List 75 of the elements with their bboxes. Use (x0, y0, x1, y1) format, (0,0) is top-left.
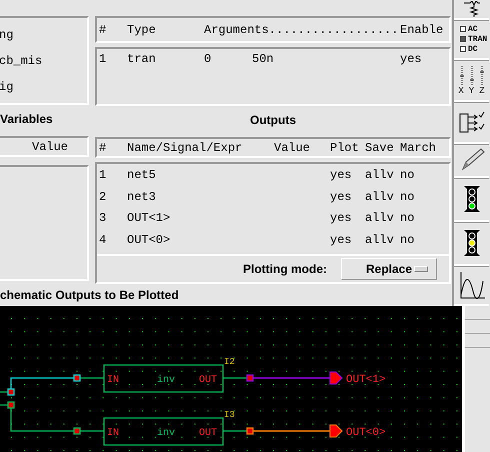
analysis-radio[interactable]: TRAN (460, 34, 488, 44)
column-header: Enable (400, 22, 444, 36)
column-header: Plot (330, 140, 360, 154)
column-header: Arguments.................. (204, 22, 400, 36)
table-cell-text: yes (330, 168, 353, 184)
table-cell-text: 4 (99, 232, 108, 248)
analysis-radio[interactable]: AC (460, 24, 478, 34)
column-header: Type (127, 22, 157, 36)
table-cell-text: allv (365, 168, 395, 184)
table-cell-text: 1 (99, 52, 108, 68)
table-cell-text: 50n (252, 52, 275, 68)
table-cell-text: 1 (99, 168, 108, 184)
section-title: Outputs (250, 113, 296, 127)
output-port-arrow[interactable] (330, 424, 343, 438)
table-cell-text: 0 (204, 52, 212, 68)
column-header: March (400, 140, 438, 154)
column-header: # (99, 140, 108, 154)
table-cell-text: allv (365, 211, 395, 227)
column-header: # (99, 22, 108, 36)
table-cell-text: OUT<1> (127, 211, 172, 227)
analysis-radio[interactable]: DC (460, 44, 478, 54)
pin-label: IN (107, 375, 120, 386)
cell-name: inv (157, 375, 176, 386)
net-label: OUT<0> (346, 427, 386, 439)
pin-marker[interactable] (73, 427, 81, 435)
instance-name: I3 (224, 410, 235, 420)
axis-label: X (458, 86, 464, 96)
table-cell-text: allv (365, 190, 395, 206)
waveform-icon[interactable] (458, 270, 486, 300)
instance-name: I2 (224, 357, 235, 367)
table-cell-text: 3 (99, 211, 108, 227)
axis-label: Z (479, 86, 485, 96)
column-header: Name/Signal/Expr (127, 140, 244, 154)
column-header: Value (274, 140, 312, 154)
table-cell-text: no (400, 190, 416, 206)
pin-label: OUT (199, 428, 218, 439)
resistor-icon[interactable] (462, 1, 482, 17)
pin-label: IN (107, 428, 120, 439)
table-cell-text: allv (365, 232, 395, 248)
section-title: Variables (0, 111, 54, 128)
output-port-arrow[interactable] (330, 372, 343, 384)
cell-name: inv (157, 428, 176, 439)
pin-marker[interactable] (246, 427, 254, 435)
table-cell-text: 2 (99, 190, 108, 206)
pin-label: OUT (199, 375, 218, 386)
table-cell-text: no (400, 232, 416, 248)
status-text: chematic Outputs to Be Plotted (0, 288, 180, 302)
pin-marker[interactable] (7, 401, 15, 409)
table-cell-text: OUT<0> (127, 232, 172, 248)
list-item[interactable]: ng (0, 28, 87, 43)
list-item[interactable]: ig (0, 80, 87, 95)
net-label: OUT<1> (346, 374, 386, 386)
instance-box[interactable] (103, 364, 224, 393)
table-cell-text: net5 (127, 168, 157, 184)
output-list-icon[interactable] (458, 109, 486, 135)
column-header: Value (32, 140, 68, 154)
sliders-icon[interactable] (458, 64, 484, 86)
wire[interactable] (223, 430, 247, 432)
table-cell-text: net3 (127, 190, 157, 206)
plotting-mode-label: Plotting mode: (243, 262, 327, 276)
table-cell-text: no (400, 211, 416, 227)
axis-label: Y (468, 86, 474, 96)
schematic-canvas[interactable]: IN inv OUT I2 OUT<1> IN inv OUT I3 OUT<0> (0, 306, 462, 452)
instance-box[interactable] (103, 417, 224, 446)
table-cell-text: yes (330, 211, 353, 227)
table-cell-text: tran (127, 52, 157, 68)
table-cell-text: no (400, 168, 416, 184)
table-cell-text: yes (330, 232, 353, 248)
wire[interactable] (223, 377, 247, 379)
table-cell-text: yes (400, 52, 423, 68)
list-item[interactable]: cb_mis (0, 54, 87, 69)
plotting-mode-dropdown[interactable]: Replace (341, 258, 437, 280)
pin-marker[interactable] (246, 374, 254, 382)
table-cell-text: yes (330, 190, 353, 206)
column-header: Save (365, 140, 395, 154)
